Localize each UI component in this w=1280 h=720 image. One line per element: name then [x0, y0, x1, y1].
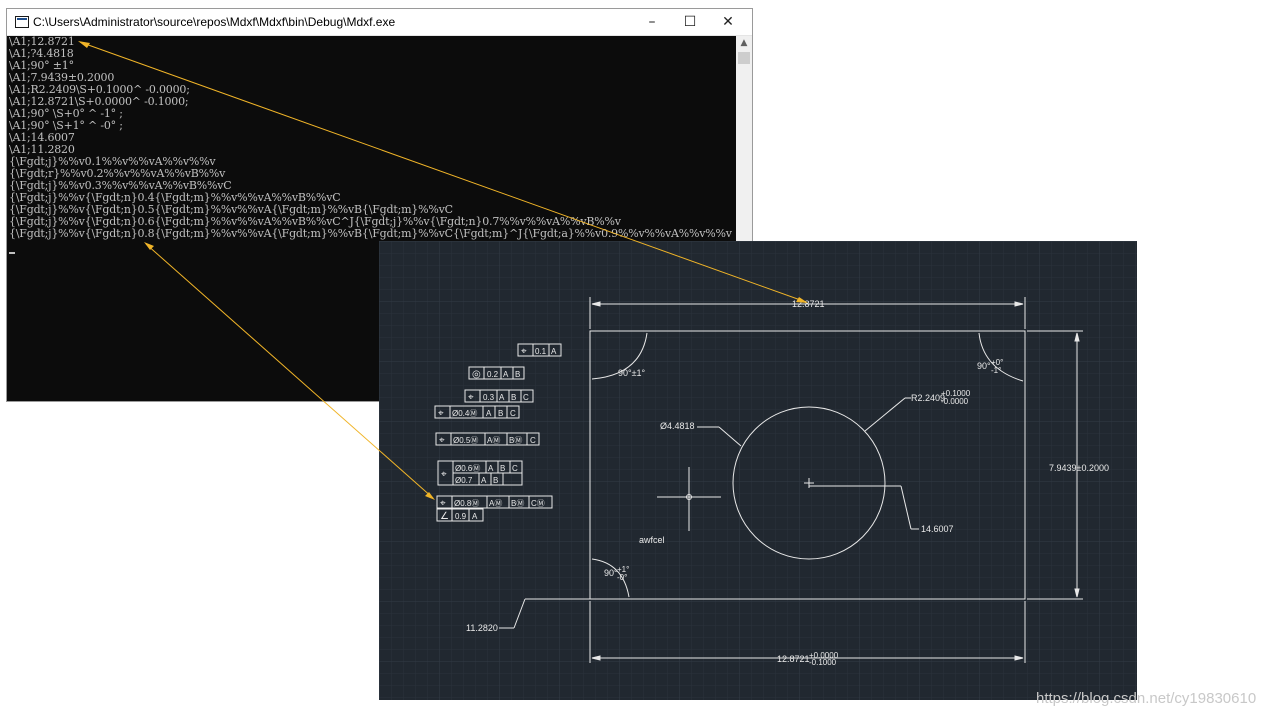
scroll-up-arrow-icon[interactable]: ▲	[736, 36, 752, 50]
watermark-url: https://blog.csdn.net/cy19830610	[1036, 690, 1257, 707]
fcf-datum: C	[512, 464, 518, 473]
fcf-datum: A	[499, 393, 505, 402]
cad-canvas[interactable]: 12.8721 7.9439±0.2000 12.8721 +0.0000 -0…	[379, 241, 1137, 700]
fcf-tol: Ø0.7	[455, 476, 473, 485]
fcf-datum: AⓂ	[489, 499, 502, 508]
dim-angle-top-left[interactable]: 90°±1°	[618, 368, 646, 378]
dim-angle-top-right-base[interactable]: 90°	[977, 361, 991, 371]
fcf-tol: 0.3	[483, 393, 495, 402]
minimize-button[interactable]: –	[633, 9, 671, 35]
scroll-thumb[interactable]	[738, 52, 750, 64]
position-icon: ⌖	[441, 469, 447, 480]
dim-angle-top-right-lower: -1°	[991, 366, 1001, 375]
fcf-datum: A	[472, 512, 478, 521]
fcf-datum: B	[515, 370, 520, 379]
fcf-tol: Ø0.8Ⓜ	[454, 499, 479, 508]
concentricity-icon: ◎	[472, 369, 481, 380]
fcf-datum: A	[486, 409, 492, 418]
console-app-icon	[15, 16, 29, 28]
fcf-datum: A	[488, 464, 494, 473]
position-icon: ⌖	[438, 408, 444, 419]
fcf-datum: B	[493, 476, 498, 485]
fcf-datum: BⓂ	[509, 436, 522, 445]
angularity-icon: ∠	[440, 511, 449, 522]
dim-ordinate-left[interactable]: 11.2820	[466, 623, 498, 633]
fcf-datum: AⓂ	[487, 436, 500, 445]
fcf-datum: A	[503, 370, 509, 379]
position-icon: ⌖	[439, 435, 445, 446]
dim-angle-bottom-left-lower: -0°	[617, 573, 627, 582]
fcf-datum: C	[510, 409, 516, 418]
position-icon: ⌖	[521, 346, 527, 357]
dim-angle-bottom-left-base[interactable]: 90°	[604, 568, 618, 578]
position-icon: ⌖	[440, 498, 446, 509]
dim-radius-base[interactable]: R2.2409	[911, 393, 945, 403]
fcf-datum: B	[498, 409, 503, 418]
maximize-button[interactable]: ☐	[671, 9, 709, 35]
fcf-datum: B	[511, 393, 516, 402]
title-bar[interactable]: C:\Users\Administrator\source\repos\Mdxf…	[7, 9, 752, 36]
window-title: C:\Users\Administrator\source\repos\Mdxf…	[33, 15, 396, 29]
note-text[interactable]: awfcel	[639, 535, 665, 545]
fcf-datum: C	[523, 393, 529, 402]
fcf-datum: CⓂ	[531, 499, 545, 508]
text-cursor	[9, 252, 15, 254]
fcf-datum: C	[530, 436, 536, 445]
dim-radius-lower: -0.0000	[941, 397, 969, 406]
dim-height[interactable]: 7.9439±0.2000	[1049, 463, 1109, 473]
fcf-tol: Ø0.4Ⓜ	[452, 409, 477, 418]
fcf-tol: 0.2	[487, 370, 499, 379]
dim-top-width[interactable]: 12.8721	[792, 299, 825, 309]
fcf-tol: Ø0.6Ⓜ	[455, 464, 480, 473]
position-icon: ⌖	[468, 392, 474, 403]
fcf-tol: 0.9	[455, 512, 467, 521]
dim-bottom-width-base[interactable]: 12.8721	[777, 654, 810, 664]
fcf-datum: B	[500, 464, 505, 473]
fcf-datum: A	[551, 347, 557, 356]
fcf-datum: A	[481, 476, 487, 485]
fcf-tol: 0.1	[535, 347, 547, 356]
dim-bottom-width-lower: -0.1000	[809, 658, 837, 667]
cad-drawing-panel[interactable]: 12.8721 7.9439±0.2000 12.8721 +0.0000 -0…	[379, 241, 1137, 700]
dim-diameter[interactable]: Ø4.4818	[660, 421, 695, 431]
fcf-tol: Ø0.5Ⓜ	[453, 436, 478, 445]
fcf-datum: BⓂ	[511, 499, 524, 508]
dim-ordinate-horizontal[interactable]: 14.6007	[921, 524, 954, 534]
console-line: {\Fgdt;j}%%v{\Fgdt;n}0.8{\Fgdt;m}%%v%%vA…	[9, 227, 732, 240]
close-button[interactable]: ✕	[709, 9, 747, 35]
